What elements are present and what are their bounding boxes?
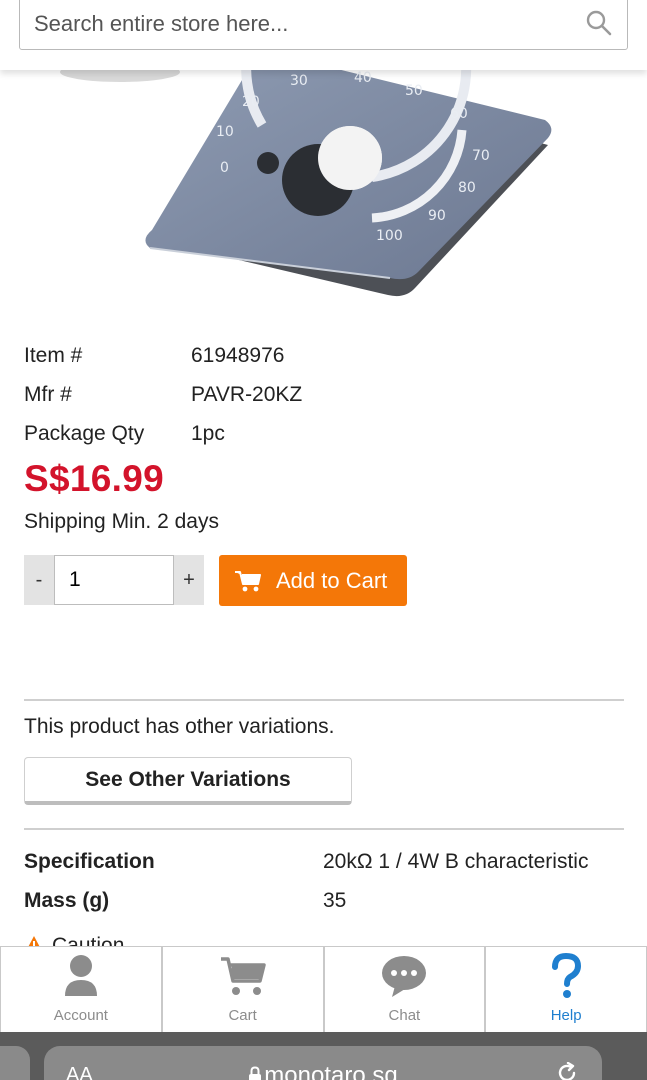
specifications-table: Specification 20kΩ 1 / 4W B characterist…	[24, 842, 624, 920]
dial-number: 0	[220, 160, 229, 176]
dial-number: 100	[376, 228, 403, 244]
question-mark-icon	[552, 953, 582, 998]
product-details: Item # 61948976 Mfr # PAVR-20KZ Package …	[24, 336, 624, 453]
divider	[24, 699, 624, 701]
lock-icon	[249, 1066, 262, 1080]
detail-row-mfr: Mfr # PAVR-20KZ	[24, 375, 624, 414]
nav-item-account[interactable]: Account	[0, 947, 162, 1032]
browser-bar: AA monotaro.sg	[0, 1032, 647, 1080]
detail-label: Mfr #	[24, 382, 72, 406]
spec-label: Specification	[24, 849, 155, 873]
search-input[interactable]	[34, 5, 574, 43]
detail-row-package-qty: Package Qty 1pc	[24, 414, 624, 453]
nav-item-chat[interactable]: Chat	[323, 947, 486, 1032]
previous-tab-preview[interactable]	[0, 1046, 30, 1080]
detail-value: PAVR-20KZ	[191, 382, 303, 406]
dial-number: 20	[242, 94, 260, 110]
variations-notice: This product has other variations.	[24, 715, 335, 738]
see-other-variations-button[interactable]: See Other Variations	[24, 757, 352, 805]
search-icon[interactable]	[585, 9, 613, 37]
spec-value: 20kΩ 1 / 4W B characteristic	[323, 849, 589, 873]
nav-item-label: Account	[53, 1007, 108, 1024]
add-to-cart-button[interactable]: Add to Cart	[219, 555, 407, 606]
nav-item-label: Help	[550, 1007, 582, 1024]
add-to-cart-label: Add to Cart	[276, 567, 388, 593]
quantity-decrease-button[interactable]: -	[24, 555, 54, 605]
product-image: 0 10 20 30 40 50 60 70 80 90 100	[0, 70, 647, 310]
chat-bubble-icon	[382, 956, 427, 997]
dial-number: 50	[405, 83, 423, 99]
spec-label: Mass (g)	[24, 888, 110, 912]
dial-number: 10	[216, 124, 234, 140]
url-text: monotaro.sg	[44, 1062, 602, 1080]
nav-item-help[interactable]: Help	[485, 947, 647, 1032]
spec-value: 35	[323, 888, 347, 912]
detail-label: Package Qty	[24, 421, 145, 445]
detail-label: Item #	[24, 343, 83, 367]
quantity-increase-button[interactable]: +	[174, 555, 204, 605]
dial-number: 70	[472, 148, 490, 164]
bottom-nav: Account Cart Chat Help	[0, 946, 647, 1032]
shipping-info: Shipping Min. 2 days	[24, 510, 219, 533]
dial-number: 60	[450, 106, 468, 122]
detail-value: 61948976	[191, 343, 285, 367]
detail-row-item: Item # 61948976	[24, 336, 624, 375]
dial-number: 40	[354, 70, 372, 86]
cart-icon	[235, 570, 261, 591]
person-icon	[64, 955, 97, 996]
divider	[24, 828, 624, 830]
product-price: S$16.99	[24, 458, 164, 499]
nav-item-label: Cart	[228, 1007, 257, 1024]
dial-number: 30	[290, 73, 308, 89]
spec-row: Mass (g) 35	[24, 881, 624, 920]
spec-row: Specification 20kΩ 1 / 4W B characterist…	[24, 842, 624, 881]
nav-item-label: Chat	[388, 1007, 421, 1024]
dial-plate-illustration: 0 10 20 30 40 50 60 70 80 90 100	[60, 70, 552, 297]
dial-number: 90	[428, 208, 446, 224]
address-bar[interactable]: AA monotaro.sg	[44, 1046, 602, 1080]
search-box[interactable]	[19, 0, 628, 50]
quantity-stepper: - +	[24, 555, 204, 605]
cart-icon	[220, 957, 266, 995]
header	[0, 0, 647, 70]
dial-number: 80	[458, 180, 476, 196]
reload-icon[interactable]	[556, 1062, 578, 1080]
url-label: monotaro.sg	[264, 1062, 398, 1080]
quantity-input[interactable]	[54, 555, 174, 605]
detail-value: 1pc	[191, 421, 225, 445]
nav-item-cart[interactable]: Cart	[161, 947, 324, 1032]
